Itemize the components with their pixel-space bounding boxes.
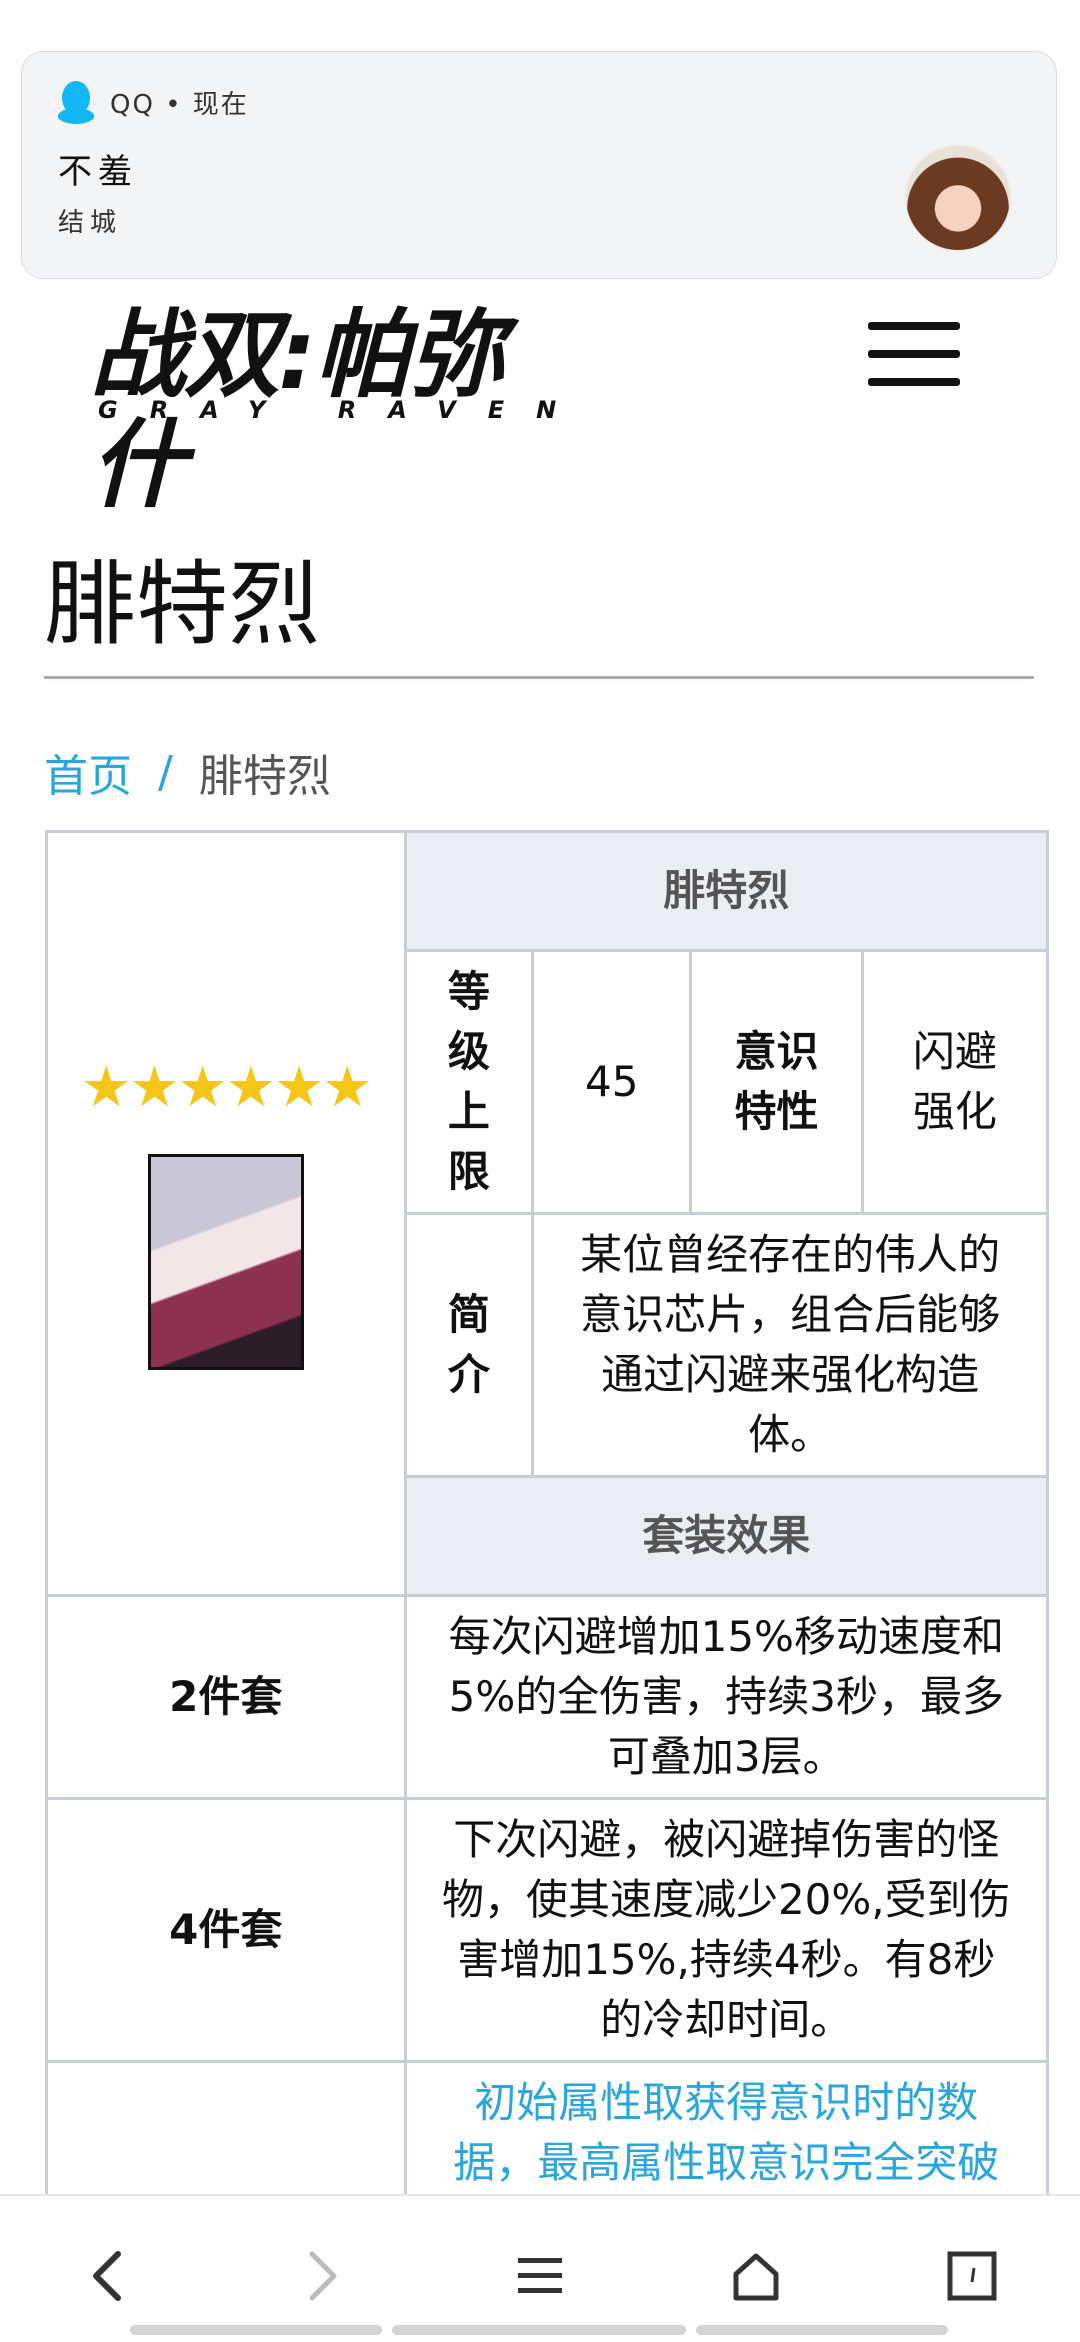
set4-text: 下次闪避，被闪避掉伤害的怪物，使其速度减少20%,受到伤害增加15%,持续4秒。… <box>403 1797 1050 2063</box>
trait-label: 意识特性 <box>689 949 864 1215</box>
chevron-left-icon <box>93 2251 121 2301</box>
breadcrumb: 首页 / 腓特烈 <box>44 740 331 804</box>
browser-bottom-bar <box>0 2194 1080 2342</box>
breadcrumb-current: 腓特烈 <box>198 751 331 802</box>
attr-note-label-cell <box>45 2060 407 2206</box>
page-title: 腓特烈 <box>44 551 321 658</box>
site-logo[interactable]: 战双:帕弥什 GRAY RAVEN <box>90 300 590 520</box>
menu-button[interactable] <box>500 2236 580 2316</box>
portrait-cell: ★★★★★★ <box>45 830 407 1597</box>
intro-label: 简介 <box>403 1212 535 1478</box>
gesture-bar <box>696 2325 948 2335</box>
menu-bar <box>868 322 960 330</box>
gesture-bar <box>392 2325 686 2335</box>
menu-icon <box>518 2258 562 2293</box>
name-header: 腓特烈 <box>403 830 1050 952</box>
set4-label: 4件套 <box>45 1797 407 2063</box>
notification-title: 不羞 <box>58 152 138 192</box>
notification-app-line: QQ • 现在 <box>110 89 249 120</box>
memory-info-table: ★★★★★★ 腓特烈 等级上限 45 意识特性 闪避强化 简介 某位曾经存在的伟… <box>45 830 1050 2206</box>
qq-penguin-icon <box>58 81 94 124</box>
tabs-icon <box>947 2251 997 2301</box>
breadcrumb-home-link[interactable]: 首页 <box>44 740 132 804</box>
sender-avatar <box>904 144 1012 252</box>
back-button[interactable] <box>68 2236 148 2316</box>
attr-note-link[interactable]: 初始属性取获得意识时的数据，最高属性取意识完全突破 <box>403 2060 1050 2206</box>
rarity-stars: ★★★★★★ <box>81 1054 372 1120</box>
menu-bar <box>868 350 960 358</box>
forward-button[interactable] <box>282 2236 362 2316</box>
hamburger-menu-button[interactable] <box>868 322 960 392</box>
qq-notification[interactable]: QQ • 现在 不羞 结城 <box>21 51 1057 279</box>
set2-text: 每次闪避增加15%移动速度和5%的全伤害，持续3秒，最多可叠加3层。 <box>403 1594 1050 1800</box>
notification-subtitle: 结城 <box>58 208 123 238</box>
home-icon <box>733 2253 779 2301</box>
tabs-button[interactable] <box>932 2236 1012 2316</box>
intro-text: 某位曾经存在的伟人的意识芯片，组合后能够通过闪避来强化构造体。 <box>531 1212 1049 1478</box>
title-divider <box>44 676 1034 679</box>
chevron-right-icon <box>309 2251 337 2301</box>
breadcrumb-separator: / <box>158 746 173 798</box>
level-label: 等级上限 <box>403 949 535 1215</box>
set-effect-header: 套装效果 <box>403 1475 1050 1597</box>
home-button[interactable] <box>716 2236 796 2316</box>
character-portrait <box>147 1153 304 1370</box>
level-value: 45 <box>531 949 693 1215</box>
trait-value: 闪避强化 <box>860 949 1050 1215</box>
menu-bar <box>868 378 960 386</box>
logo-english: GRAY RAVEN <box>98 396 589 424</box>
gesture-bar <box>130 2325 382 2335</box>
notification-app-row: QQ • 现在 <box>56 78 249 126</box>
set2-label: 2件套 <box>45 1594 407 1800</box>
